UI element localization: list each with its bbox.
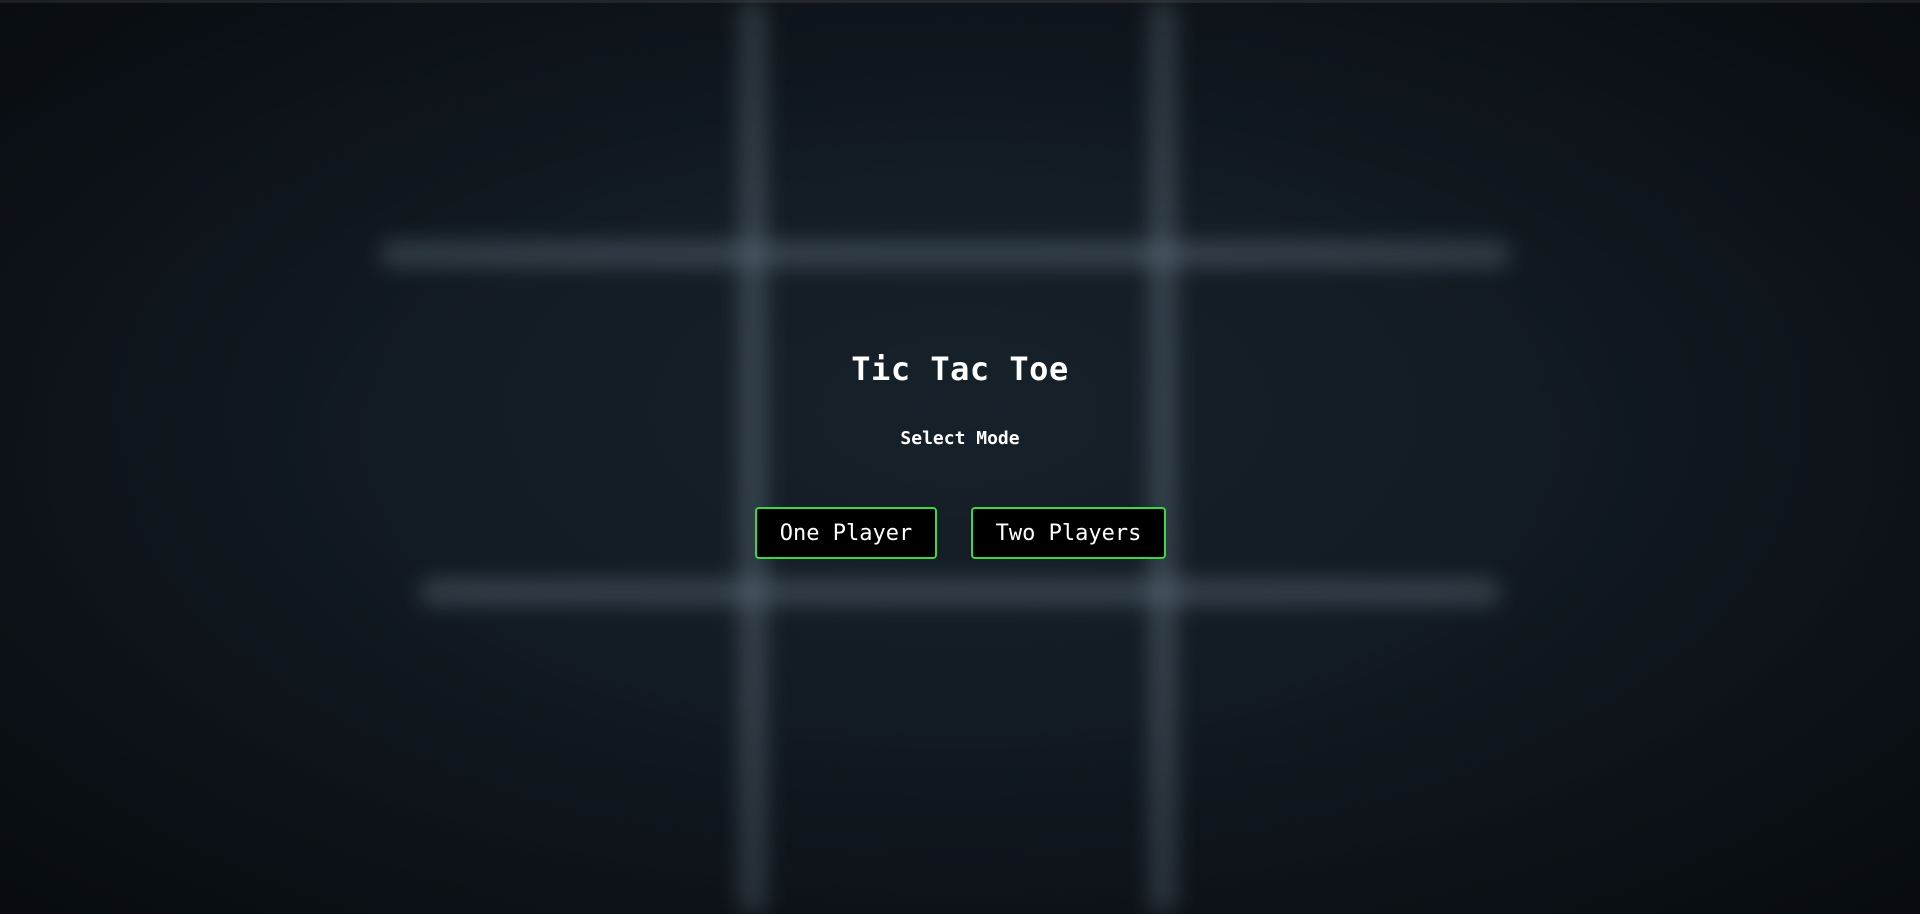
two-players-button[interactable]: Two Players <box>971 507 1166 559</box>
game-title: Tic Tac Toe <box>851 350 1069 388</box>
one-player-button[interactable]: One Player <box>755 507 937 559</box>
game-screen: Tic Tac Toe Select Mode One Player Two P… <box>0 0 1920 914</box>
select-mode-label: Select Mode <box>900 428 1020 449</box>
mode-select-menu: Tic Tac Toe Select Mode One Player Two P… <box>0 0 1920 914</box>
